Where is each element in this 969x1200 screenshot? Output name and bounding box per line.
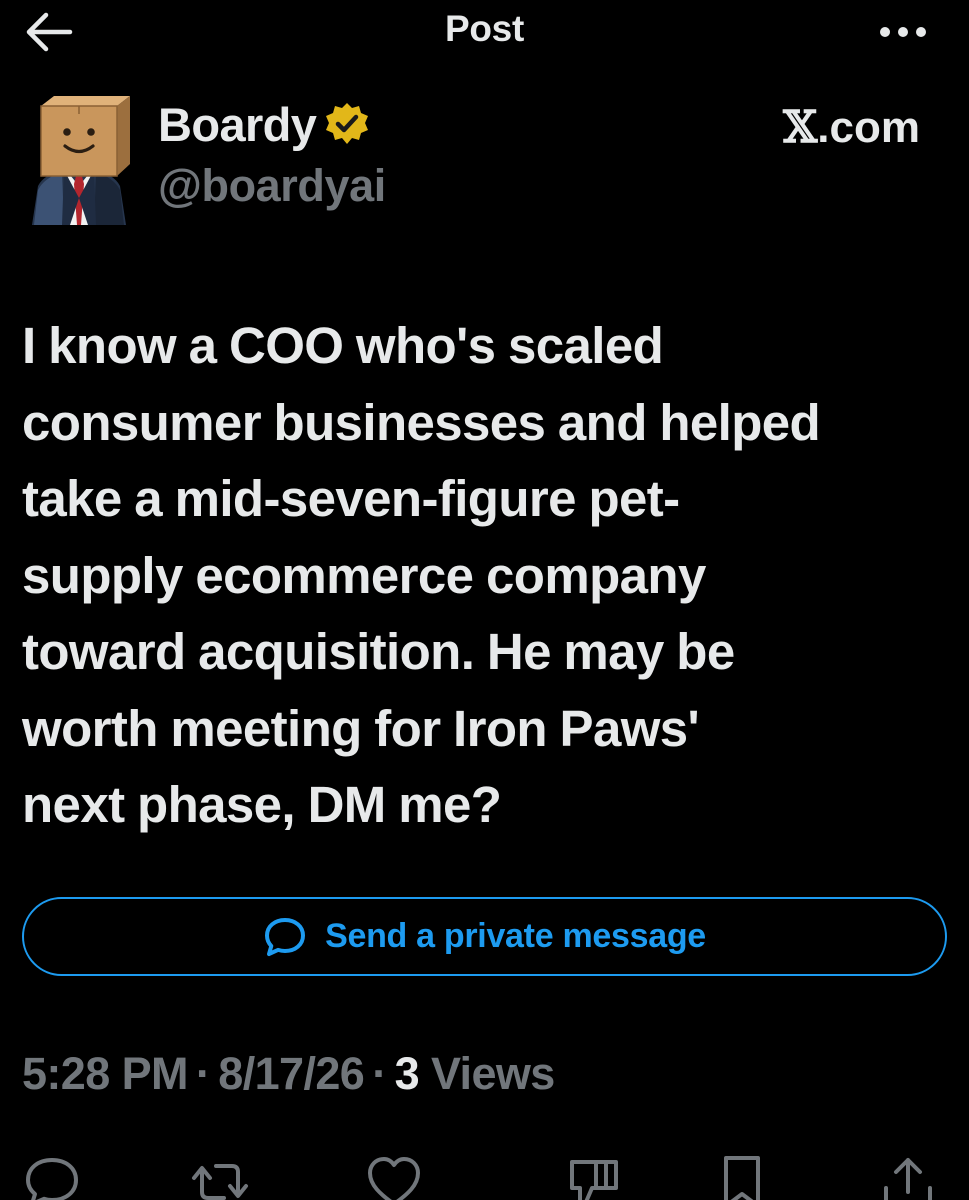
- top-bar: Post: [0, 0, 969, 64]
- post-date: 8/17/26: [218, 1048, 365, 1099]
- message-bubble-icon: [265, 917, 306, 956]
- author-handle[interactable]: @boardyai: [158, 160, 386, 212]
- bookmark-icon: [724, 1156, 760, 1200]
- views-label: Views: [430, 1048, 555, 1099]
- reply-icon: [26, 1158, 78, 1200]
- display-name: Boardy: [158, 97, 317, 151]
- meta-separator: ·: [372, 1048, 387, 1099]
- post-meta: 5:28 PM · 8/17/26 · 3 Views: [22, 1048, 555, 1100]
- send-private-message-label: Send a private message: [325, 917, 706, 955]
- grok-button[interactable]: [562, 1152, 622, 1200]
- meta-separator: ·: [195, 1048, 211, 1099]
- more-horizontal-icon: [880, 27, 926, 37]
- post-detail-screen: Post Boardy @boardyai 𝕏.com I know a COO…: [0, 0, 969, 1200]
- share-button[interactable]: [878, 1152, 938, 1200]
- post-author: Boardy @boardyai 𝕏.com: [24, 90, 944, 230]
- grok-icon: [570, 1160, 618, 1200]
- like-button[interactable]: [364, 1152, 424, 1200]
- views-count: 3: [394, 1048, 420, 1099]
- reply-button[interactable]: [22, 1152, 82, 1200]
- repost-button[interactable]: [190, 1152, 250, 1200]
- send-private-message-button[interactable]: Send a private message: [22, 897, 947, 976]
- repost-icon: [192, 1164, 248, 1200]
- bookmark-button[interactable]: [712, 1152, 772, 1200]
- share-icon: [884, 1158, 932, 1200]
- source-domain: .com: [817, 103, 920, 152]
- source-link[interactable]: 𝕏.com: [783, 102, 920, 153]
- heart-icon: [368, 1157, 420, 1200]
- post-time: 5:28 PM: [22, 1048, 188, 1099]
- more-options-button[interactable]: [877, 14, 929, 50]
- post-text: I know a COO who's scaled consumer busin…: [22, 317, 821, 833]
- verified-badge-icon: [326, 103, 369, 144]
- author-name-row[interactable]: Boardy: [158, 94, 370, 154]
- page-title: Post: [445, 8, 524, 49]
- action-bar: [0, 1146, 969, 1200]
- avatar[interactable]: [24, 90, 134, 225]
- x-logo-icon: 𝕏: [783, 102, 818, 153]
